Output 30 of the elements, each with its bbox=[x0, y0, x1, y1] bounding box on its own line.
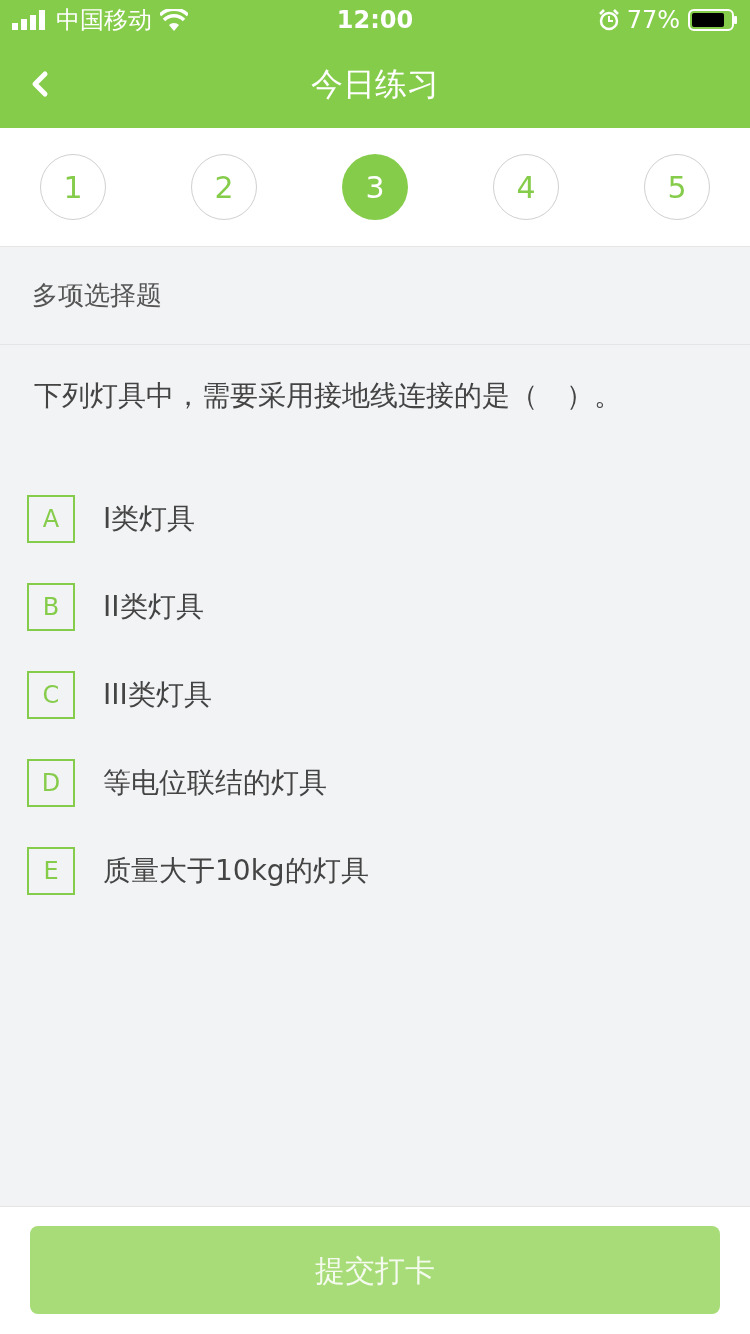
question-step[interactable]: 1 bbox=[40, 154, 106, 220]
option-letter: B bbox=[27, 583, 75, 631]
carrier-name: 中国移动 bbox=[56, 5, 152, 36]
option-text: I类灯具 bbox=[103, 501, 196, 537]
question-step[interactable]: 3 bbox=[342, 154, 408, 220]
battery-percent: 77% bbox=[626, 5, 680, 36]
status-time: 12:00 bbox=[336, 5, 414, 36]
option-text: II类灯具 bbox=[103, 589, 204, 625]
signal-icon bbox=[12, 10, 48, 30]
option-text: III类灯具 bbox=[103, 677, 212, 713]
wifi-icon bbox=[160, 9, 188, 31]
option-letter: E bbox=[27, 847, 75, 895]
answer-option[interactable]: B II类灯具 bbox=[27, 583, 723, 631]
page-title: 今日练习 bbox=[311, 64, 439, 105]
option-text: 等电位联结的灯具 bbox=[103, 765, 327, 801]
answer-option[interactable]: D 等电位联结的灯具 bbox=[27, 759, 723, 807]
option-letter: A bbox=[27, 495, 75, 543]
question-step[interactable]: 5 bbox=[644, 154, 710, 220]
question-step[interactable]: 2 bbox=[191, 154, 257, 220]
answer-option[interactable]: A I类灯具 bbox=[27, 495, 723, 543]
option-letter: D bbox=[27, 759, 75, 807]
answer-option[interactable]: C III类灯具 bbox=[27, 671, 723, 719]
question-step[interactable]: 4 bbox=[493, 154, 559, 220]
battery-icon bbox=[688, 9, 738, 31]
question-text: 下列灯具中，需要采用接地线连接的是（ ）。 bbox=[33, 378, 623, 414]
option-text: 质量大于10kg的灯具 bbox=[103, 853, 369, 889]
answer-option[interactable]: E 质量大于10kg的灯具 bbox=[27, 847, 723, 895]
option-letter: C bbox=[27, 671, 75, 719]
alarm-clock-icon bbox=[598, 9, 619, 31]
question-type: 多项选择题 bbox=[32, 279, 162, 312]
